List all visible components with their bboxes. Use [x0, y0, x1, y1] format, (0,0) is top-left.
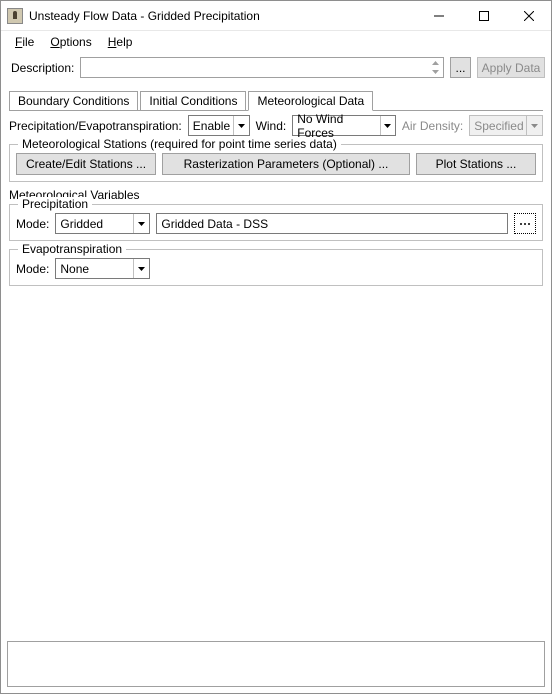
- precipitation-legend: Precipitation: [18, 197, 92, 211]
- app-window: Unsteady Flow Data - Gridded Precipitati…: [0, 0, 552, 694]
- app-icon: [7, 8, 23, 24]
- rasterization-params-button[interactable]: Rasterization Parameters (Optional) ...: [162, 153, 410, 175]
- precip-mode-select[interactable]: Gridded: [55, 213, 150, 234]
- spinner-up-icon[interactable]: [428, 58, 443, 68]
- window-title: Unsteady Flow Data - Gridded Precipitati…: [29, 9, 416, 23]
- maximize-button[interactable]: [461, 1, 506, 30]
- tab-initial-conditions[interactable]: Initial Conditions: [140, 91, 246, 111]
- plot-stations-button[interactable]: Plot Stations ...: [416, 153, 536, 175]
- evap-legend: Evapotranspiration: [18, 242, 126, 256]
- wind-label: Wind:: [256, 119, 287, 133]
- description-spinner[interactable]: [428, 58, 443, 77]
- description-row: Description: ... Apply Data: [1, 53, 551, 82]
- config-row: Precipitation/Evapotranspiration: Enable…: [1, 111, 551, 140]
- browse-icon: [519, 220, 531, 228]
- description-label: Description:: [11, 61, 74, 75]
- precip-browse-button[interactable]: [514, 213, 536, 234]
- menu-file[interactable]: File: [9, 33, 40, 51]
- precip-evap-select[interactable]: Enable: [188, 115, 250, 136]
- chevron-down-icon: [526, 116, 542, 135]
- air-density-label: Air Density:: [402, 119, 463, 133]
- create-edit-stations-button[interactable]: Create/Edit Stations ...: [16, 153, 156, 175]
- description-more-button[interactable]: ...: [450, 57, 471, 78]
- description-input[interactable]: [80, 57, 444, 78]
- chevron-down-icon: [133, 259, 149, 278]
- spinner-down-icon[interactable]: [428, 68, 443, 78]
- chevron-down-icon: [380, 116, 395, 135]
- evap-mode-select[interactable]: None: [55, 258, 150, 279]
- evapotranspiration-fieldset: Evapotranspiration Mode: None: [9, 249, 543, 286]
- tabs: Boundary Conditions Initial Conditions M…: [1, 82, 551, 110]
- menu-options[interactable]: Options: [44, 33, 97, 51]
- air-density-select: Specified: [469, 115, 543, 136]
- precip-evap-label: Precipitation/Evapotranspiration:: [9, 119, 182, 133]
- precip-mode-label: Mode:: [16, 217, 49, 231]
- chevron-down-icon: [233, 116, 249, 135]
- stations-fieldset: Meteorological Stations (required for po…: [9, 144, 543, 182]
- apply-data-button[interactable]: Apply Data: [477, 57, 545, 78]
- content-spacer: [1, 290, 551, 641]
- tab-boundary-conditions[interactable]: Boundary Conditions: [9, 91, 138, 111]
- precip-data-input[interactable]: Gridded Data - DSS: [156, 213, 508, 234]
- menu-help[interactable]: Help: [102, 33, 139, 51]
- window-controls: [416, 1, 551, 30]
- tab-meteorological-data[interactable]: Meteorological Data: [248, 91, 373, 111]
- titlebar: Unsteady Flow Data - Gridded Precipitati…: [1, 1, 551, 31]
- chevron-down-icon: [133, 214, 149, 233]
- status-box: [7, 641, 545, 687]
- wind-select[interactable]: No Wind Forces: [292, 115, 396, 136]
- precipitation-fieldset: Precipitation Mode: Gridded Gridded Data…: [9, 204, 543, 241]
- evap-mode-label: Mode:: [16, 262, 49, 276]
- menubar: File Options Help: [1, 31, 551, 53]
- close-button[interactable]: [506, 1, 551, 30]
- stations-legend: Meteorological Stations (required for po…: [18, 137, 341, 151]
- minimize-button[interactable]: [416, 1, 461, 30]
